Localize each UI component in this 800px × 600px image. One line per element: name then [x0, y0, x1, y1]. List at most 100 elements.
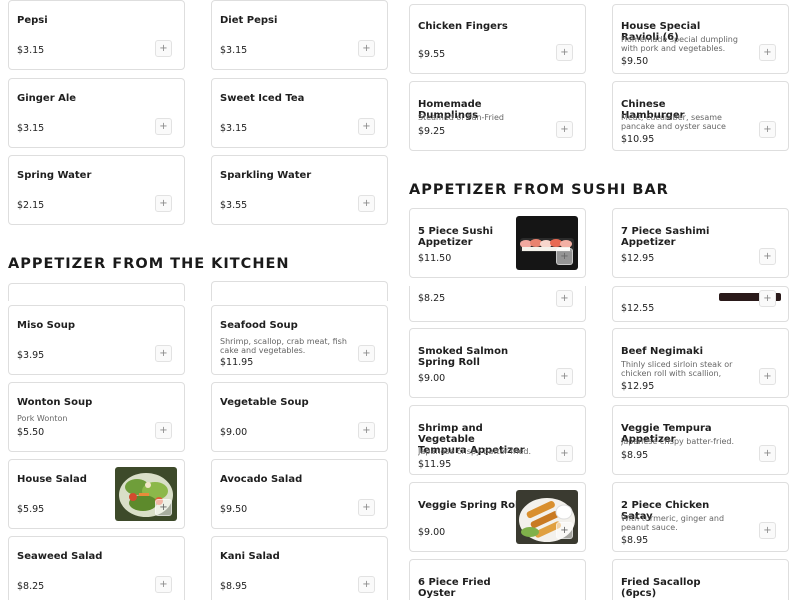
item-price: $8.95 [621, 535, 649, 546]
item-price: $3.55 [220, 200, 248, 211]
plus-icon: + [362, 43, 371, 54]
menu-item-card[interactable]: 6 Piece Fried Oyster [409, 559, 586, 600]
menu-item-card[interactable]: Fried Sacallop (6pcs) [612, 559, 789, 600]
menu-item-card[interactable]: Vegetable Soup $9.00 + [211, 382, 388, 452]
plus-icon: + [362, 348, 371, 359]
item-price: $5.50 [17, 427, 45, 438]
item-price: $3.15 [17, 123, 45, 134]
menu-item-card[interactable]: Smoked Salmon Spring Roll $9.00 + [409, 328, 586, 398]
add-to-cart-button[interactable]: + [358, 499, 375, 516]
partial-menu-card[interactable]: $8.25 + [409, 286, 586, 322]
item-price: $8.95 [220, 581, 248, 592]
item-name: Wonton Soup [17, 397, 93, 408]
plus-icon: + [763, 371, 772, 382]
item-price: $11.95 [418, 459, 452, 470]
menu-item-card[interactable]: 5 Piece Sushi Appetizer $11.50 + [409, 208, 586, 278]
add-to-cart-button[interactable]: + [358, 40, 375, 57]
add-to-cart-button[interactable]: + [358, 118, 375, 135]
right-menu-column: Chicken Fingers $9.55 + House Special Ra… [409, 0, 792, 600]
add-to-cart-button[interactable]: + [556, 44, 573, 61]
partial-menu-card[interactable]: $12.55 + [612, 286, 789, 322]
add-to-cart-button[interactable]: + [556, 522, 573, 539]
item-name: Veggie Spring Roll [418, 500, 522, 511]
add-to-cart-button[interactable]: + [759, 121, 776, 138]
item-description: Shrimp, scallop, crab meat, fish cake an… [220, 337, 347, 355]
menu-item-card[interactable]: Chicken Fingers $9.55 + [409, 4, 586, 74]
menu-item-card[interactable]: House Salad $5.95 + [8, 459, 185, 529]
item-price: $11.50 [418, 253, 452, 264]
add-to-cart-button[interactable]: + [556, 121, 573, 138]
add-to-cart-button[interactable]: + [155, 499, 172, 516]
add-to-cart-button[interactable]: + [556, 368, 573, 385]
menu-item-card[interactable]: Kani Salad $8.95 + [211, 536, 388, 600]
add-to-cart-button[interactable]: + [759, 445, 776, 462]
plus-icon: + [159, 502, 168, 513]
menu-item-card[interactable]: Wonton Soup Pork Wonton $5.50 + [8, 382, 185, 452]
plus-icon: + [159, 425, 168, 436]
plus-icon: + [362, 579, 371, 590]
add-to-cart-button[interactable]: + [155, 422, 172, 439]
item-description: Japanese crispy batter-fried. [621, 437, 735, 446]
add-to-cart-button[interactable]: + [358, 195, 375, 212]
menu-item-card[interactable]: House Special Ravioli (6) Homemade speci… [612, 4, 789, 74]
item-name: 5 Piece Sushi Appetizer [418, 226, 493, 248]
menu-item-card[interactable]: Spring Water $2.15 + [8, 155, 185, 225]
menu-item-card[interactable]: Homemade Dumplings Steamed or Pan-Fried … [409, 81, 586, 151]
item-name: 7 Piece Sashimi Appetizer [621, 226, 710, 248]
add-to-cart-button[interactable]: + [759, 522, 776, 539]
add-to-cart-button[interactable]: + [155, 576, 172, 593]
add-to-cart-button[interactable]: + [155, 118, 172, 135]
item-price: $12.55 [621, 303, 655, 314]
plus-icon: + [560, 293, 569, 304]
menu-item-card[interactable]: Veggie Spring Roll $9.00 + [409, 482, 586, 552]
menu-item-card[interactable]: Sparkling Water $3.55 + [211, 155, 388, 225]
menu-item-card[interactable]: Seaweed Salad $8.25 + [8, 536, 185, 600]
item-price: $12.95 [621, 253, 655, 264]
menu-item-card[interactable]: Avocado Salad $9.50 + [211, 459, 388, 529]
partial-card [8, 283, 185, 301]
item-price: $8.25 [17, 581, 45, 592]
add-to-cart-button[interactable]: + [556, 290, 573, 307]
item-name: House Salad [17, 474, 87, 485]
item-name: Smoked Salmon Spring Roll [418, 346, 509, 368]
menu-item-card[interactable]: Shrimp and Vegetable Tempura Appetizer J… [409, 405, 586, 475]
item-name: Diet Pepsi [220, 15, 278, 26]
menu-item-card[interactable]: Diet Pepsi $3.15 + [211, 0, 388, 70]
add-to-cart-button[interactable]: + [556, 445, 573, 462]
add-to-cart-button[interactable]: + [759, 368, 776, 385]
plus-icon: + [763, 47, 772, 58]
add-to-cart-button[interactable]: + [358, 422, 375, 439]
menu-item-card[interactable]: Beef Negimaki Thinly sliced sirloin stea… [612, 328, 789, 398]
add-to-cart-button[interactable]: + [759, 248, 776, 265]
add-to-cart-button[interactable]: + [155, 195, 172, 212]
menu-item-card[interactable]: Pepsi $3.15 + [8, 0, 185, 70]
menu-item-card[interactable]: Sweet Iced Tea $3.15 + [211, 78, 388, 148]
sushi-appetizer-photo: + [516, 216, 578, 270]
plus-icon: + [560, 448, 569, 459]
menu-item-card[interactable]: Miso Soup $3.95 + [8, 305, 185, 375]
item-description: Homemade special dumpling with pork and … [621, 35, 738, 53]
add-to-cart-button[interactable]: + [759, 44, 776, 61]
section-title-sushi-bar: APPETIZER FROM SUSHI BAR [409, 182, 669, 198]
add-to-cart-button[interactable]: + [155, 40, 172, 57]
item-name: Spring Water [17, 170, 92, 181]
menu-item-card[interactable]: Chinese Hamburger Meat, cucumber, sesame… [612, 81, 789, 151]
menu-item-card[interactable]: 2 Piece Chicken Satay With turmeric, gin… [612, 482, 789, 552]
item-name: Miso Soup [17, 320, 76, 331]
plus-icon: + [159, 579, 168, 590]
item-description: Pork Wonton [17, 414, 68, 423]
menu-item-card[interactable]: Veggie Tempura Appetizer Japanese crispy… [612, 405, 789, 475]
add-to-cart-button[interactable]: + [759, 290, 776, 307]
menu-item-card[interactable]: 7 Piece Sashimi Appetizer $12.95 + [612, 208, 789, 278]
add-to-cart-button[interactable]: + [358, 345, 375, 362]
item-name: Beef Negimaki [621, 346, 704, 357]
item-price: $5.95 [17, 504, 45, 515]
partial-card [211, 281, 388, 301]
add-to-cart-button[interactable]: + [358, 576, 375, 593]
item-description: Thinly sliced sirloin steak or chicken r… [621, 360, 733, 378]
plus-icon: + [560, 124, 569, 135]
add-to-cart-button[interactable]: + [556, 248, 573, 265]
menu-item-card[interactable]: Seafood Soup Shrimp, scallop, crab meat,… [211, 305, 388, 375]
add-to-cart-button[interactable]: + [155, 345, 172, 362]
menu-item-card[interactable]: Ginger Ale $3.15 + [8, 78, 185, 148]
